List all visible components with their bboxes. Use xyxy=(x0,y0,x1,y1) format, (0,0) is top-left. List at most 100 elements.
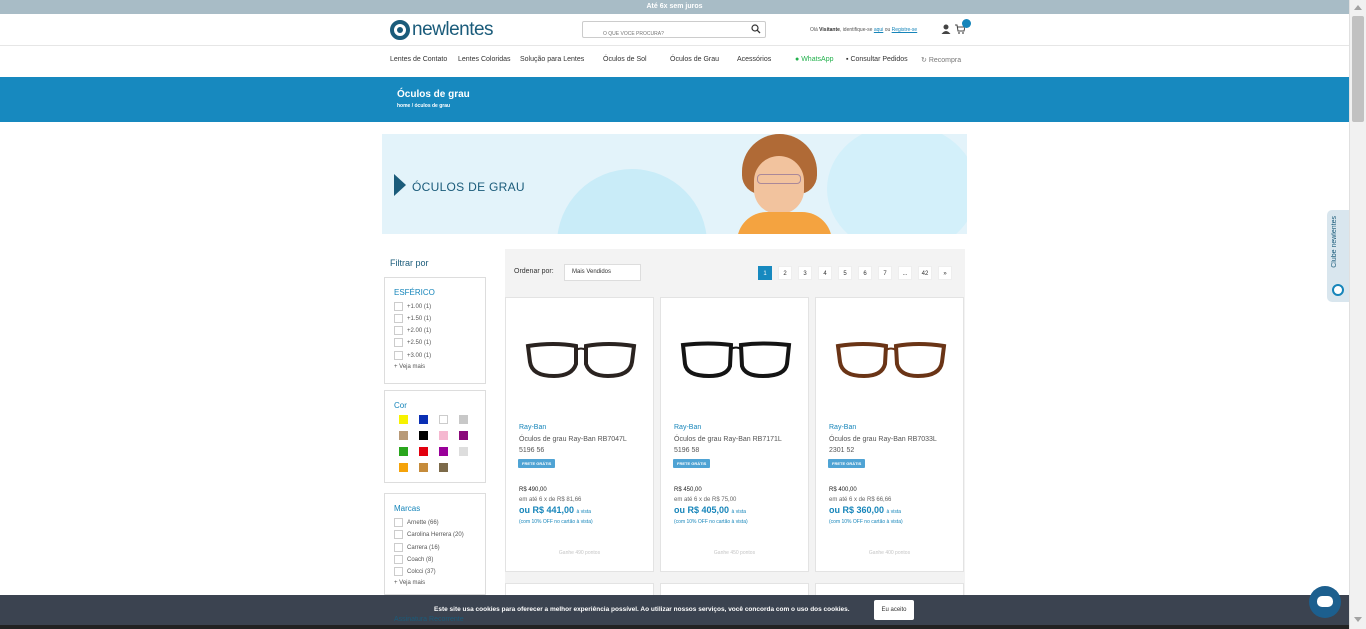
checkbox[interactable] xyxy=(394,314,403,323)
category-banner[interactable]: ÓCULOS DE GRAU xyxy=(382,134,967,234)
filter-option[interactable]: Colcci (37) xyxy=(394,567,436,576)
banner-title: ÓCULOS DE GRAU xyxy=(412,180,525,194)
page-link[interactable]: 42 xyxy=(918,266,932,280)
page-link[interactable]: 7 xyxy=(878,266,892,280)
search-box xyxy=(582,21,766,42)
nav-recompra[interactable]: ↻ Recompra xyxy=(921,56,961,64)
filter-option[interactable]: +1.50 (1) xyxy=(394,314,431,323)
product-card[interactable]: Ray-Ban Óculos de grau Ray-Ban RB7033L 2… xyxy=(815,297,964,572)
checkbox[interactable] xyxy=(394,338,403,347)
page-link[interactable]: » xyxy=(938,266,952,280)
product-brand[interactable]: Ray-Ban xyxy=(829,424,856,431)
product-card[interactable]: Ray-Ban Óculos de grau Ray-Ban RB7171L 5… xyxy=(660,297,809,572)
checkbox[interactable] xyxy=(394,518,403,527)
color-swatch[interactable] xyxy=(439,431,448,440)
color-swatch[interactable] xyxy=(399,447,408,456)
checkbox[interactable] xyxy=(394,567,403,576)
nav-lentes-coloridas[interactable]: Lentes Coloridas xyxy=(458,56,511,63)
color-swatch[interactable] xyxy=(459,447,468,456)
filter-assinatura-title: Assinatura Recorrente xyxy=(394,616,464,623)
banner-arrow-icon xyxy=(394,174,406,196)
color-swatch[interactable] xyxy=(439,463,448,472)
search-icon[interactable] xyxy=(751,24,761,34)
page-link[interactable]: 2 xyxy=(778,266,792,280)
checkbox[interactable] xyxy=(394,530,403,539)
checkbox[interactable] xyxy=(394,351,403,360)
color-swatch[interactable] xyxy=(419,447,428,456)
nav-oculos-grau[interactable]: Óculos de Grau xyxy=(670,56,719,63)
filter-option[interactable]: Coach (8) xyxy=(394,555,433,564)
register-link[interactable]: Registre-se xyxy=(892,27,918,33)
color-swatch[interactable] xyxy=(399,415,408,424)
nav-lentes-contato[interactable]: Lentes de Contato xyxy=(390,56,447,63)
page-link[interactable]: 3 xyxy=(798,266,812,280)
product-brand[interactable]: Ray-Ban xyxy=(519,424,546,431)
cookie-text: Este site usa cookies para oferecer a me… xyxy=(434,606,850,613)
filter-option[interactable]: +1.00 (1) xyxy=(394,302,431,311)
nav-acessorios[interactable]: Acessórios xyxy=(737,56,771,63)
color-swatch[interactable] xyxy=(459,415,468,424)
product-name[interactable]: Óculos de grau Ray-Ban RB7171L 5196 58 xyxy=(674,434,799,456)
model-glasses xyxy=(757,174,801,184)
color-swatch[interactable] xyxy=(439,415,448,424)
nav-consultar-pedidos[interactable]: ▪ Consultar Pedidos xyxy=(846,56,908,63)
product-price: R$ 400,00 xyxy=(829,487,857,493)
product-installments: em até 6 x de R$ 66,66 xyxy=(829,497,892,503)
scroll-thumb[interactable] xyxy=(1352,16,1364,122)
page-link[interactable]: 6 xyxy=(858,266,872,280)
filter-option[interactable]: Carolina Herrera (20) xyxy=(394,530,464,539)
nav-solucao-lentes[interactable]: Solução para Lentes xyxy=(520,56,584,63)
nav-whatsapp[interactable]: ● WhatsApp xyxy=(795,56,833,63)
promo-bar: Até 6x sem juros xyxy=(0,0,1349,14)
page-link[interactable]: ... xyxy=(898,266,912,280)
color-swatch[interactable] xyxy=(399,463,408,472)
color-swatch[interactable] xyxy=(419,463,428,472)
product-card[interactable]: Ray-Ban Óculos de grau Ray-Ban RB7047L 5… xyxy=(505,297,654,572)
see-more-link[interactable]: + Veja mais xyxy=(394,364,425,370)
product-installments: em até 6 x de R$ 81,66 xyxy=(519,497,582,503)
logo[interactable]: newlentes xyxy=(390,19,494,41)
club-side-tab[interactable]: Clube newlentes xyxy=(1327,210,1349,302)
color-swatch[interactable] xyxy=(419,415,428,424)
color-swatch[interactable] xyxy=(399,431,408,440)
filter-cor: Cor xyxy=(384,390,486,483)
color-swatch[interactable] xyxy=(419,431,428,440)
refresh-icon: ↻ xyxy=(921,57,927,64)
search-input[interactable] xyxy=(583,26,743,42)
page-link[interactable]: 4 xyxy=(818,266,832,280)
color-swatch[interactable] xyxy=(459,431,468,440)
product-name[interactable]: Óculos de grau Ray-Ban RB7047L 5196 56 xyxy=(519,434,644,456)
breadcrumb[interactable]: home / óculos de grau xyxy=(397,103,450,109)
sort-select[interactable]: Mais Vendidos xyxy=(564,264,641,281)
filter-option[interactable]: +2.50 (1) xyxy=(394,338,431,347)
filter-option[interactable]: +3.00 (1) xyxy=(394,351,431,360)
page-link[interactable]: 1 xyxy=(758,266,772,280)
product-brand[interactable]: Ray-Ban xyxy=(674,424,701,431)
see-more-link[interactable]: + Veja mais xyxy=(394,580,425,586)
accept-cookies-button[interactable]: Eu aceito xyxy=(874,600,914,620)
checkbox[interactable] xyxy=(394,326,403,335)
color-swatch[interactable] xyxy=(439,447,448,456)
whatsapp-icon: ● xyxy=(795,56,800,63)
user-greeting: Olá Visitante, identifique-se aqui ou Re… xyxy=(810,27,918,33)
scroll-up-icon[interactable] xyxy=(1354,5,1362,10)
free-shipping-badge: FRETE GRÁTIS xyxy=(518,459,556,468)
filter-option[interactable]: +2.00 (1) xyxy=(394,326,431,335)
product-image xyxy=(835,342,947,379)
checkbox[interactable] xyxy=(394,543,403,552)
login-link[interactable]: aqui xyxy=(874,27,883,33)
product-name[interactable]: Óculos de grau Ray-Ban RB7033L 2301 52 xyxy=(829,434,954,456)
checkbox[interactable] xyxy=(394,555,403,564)
user-icon[interactable] xyxy=(941,24,951,34)
product-discount: (com 10% OFF no cartão à vista) xyxy=(829,519,903,525)
filter-option[interactable]: Arnette (66) xyxy=(394,518,439,527)
scrollbar[interactable] xyxy=(1349,0,1366,629)
model-face xyxy=(754,156,804,214)
page-link[interactable]: 5 xyxy=(838,266,852,280)
product-cash-price: ou R$ 405,00 à vista xyxy=(674,505,746,515)
filter-option[interactable]: Carrera (16) xyxy=(394,543,440,552)
chat-icon[interactable] xyxy=(1309,586,1341,618)
scroll-down-icon[interactable] xyxy=(1354,617,1362,622)
nav-oculos-sol[interactable]: Óculos de Sol xyxy=(603,56,647,63)
checkbox[interactable] xyxy=(394,302,403,311)
